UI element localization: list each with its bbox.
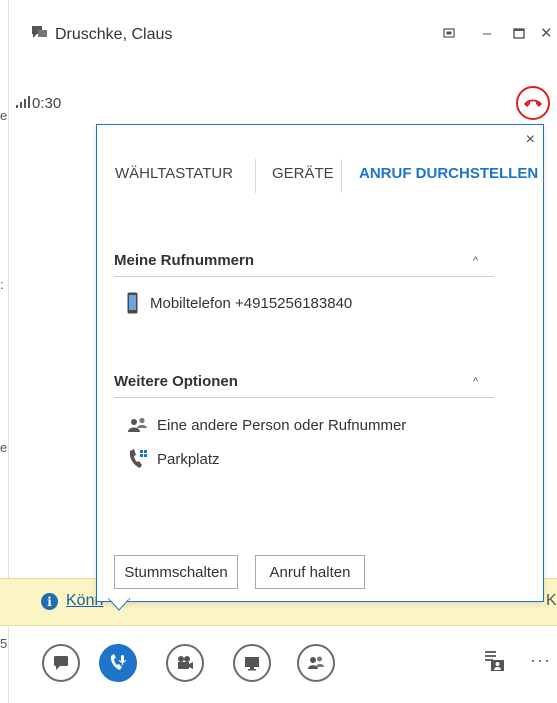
participants-button[interactable]: [297, 644, 335, 682]
tab-transfer-call[interactable]: ANRUF DURCHSTELLEN: [359, 165, 538, 182]
contact-card-icon[interactable]: [484, 650, 506, 672]
hold-call-button[interactable]: Anruf halten: [255, 555, 365, 589]
chevron-up-icon[interactable]: ^: [473, 255, 478, 267]
call-status-bar: [0, 82, 557, 122]
mobile-phone-icon: [127, 292, 138, 314]
section-divider: [114, 397, 494, 398]
section-title-more-options: Weitere Optionen: [114, 373, 238, 390]
call-duration: 0:30: [32, 95, 62, 112]
mobile-number-label: Mobiltelefon +4915256183840: [150, 294, 353, 312]
tab-separator: [341, 159, 342, 193]
edge-text-1: e: [0, 108, 8, 123]
window-title: Druschke, Claus: [55, 26, 173, 43]
video-icon: [178, 656, 193, 669]
present-button[interactable]: [233, 644, 271, 682]
present-screen-icon: [245, 657, 259, 671]
close-button[interactable]: ✕: [540, 22, 557, 44]
popup-close-button[interactable]: ×: [526, 131, 535, 149]
other-person-label: Eine andere Person oder Rufnummer: [157, 416, 407, 434]
park-call-icon: [129, 449, 147, 468]
call-controls-icon: [110, 654, 127, 670]
popup-tabs: WÄHLTASTATUR GERÄTE ANRUF DURCHSTELLEN: [97, 159, 543, 193]
tab-separator: [255, 159, 256, 193]
video-button[interactable]: [166, 644, 204, 682]
edge-text-3: e: [0, 440, 8, 455]
chat-icon: [54, 656, 68, 670]
list-item-park[interactable]: Parkplatz: [127, 447, 220, 471]
people-icon: [128, 417, 147, 432]
signal-strength-icon: [16, 96, 30, 108]
participants-icon: [308, 656, 324, 669]
park-label: Parkplatz: [157, 450, 220, 468]
hangup-button[interactable]: [516, 86, 550, 120]
section-title-my-numbers: Meine Rufnummern: [114, 252, 255, 269]
edge-text-2: :: [0, 277, 4, 292]
chat-button[interactable]: [42, 644, 80, 682]
tab-dialpad[interactable]: WÄHLTASTATUR: [115, 165, 233, 182]
list-item-mobile[interactable]: Mobiltelefon +4915256183840: [127, 291, 352, 315]
minimize-button[interactable]: –: [474, 22, 500, 44]
restore-icon[interactable]: [436, 22, 462, 44]
info-icon: i: [41, 593, 58, 610]
more-options-button[interactable]: ···: [530, 650, 551, 671]
call-controls-button[interactable]: [99, 644, 137, 682]
hangup-icon: [524, 99, 542, 107]
title-bar: Druschke, Claus – ✕: [0, 0, 557, 68]
tab-devices[interactable]: GERÄTE: [272, 165, 334, 182]
section-divider: [114, 276, 494, 277]
mute-button[interactable]: Stummschalten: [114, 555, 238, 589]
conversation-icon: [32, 26, 47, 38]
call-transfer-popup: × WÄHLTASTATUR GERÄTE ANRUF DURCHSTELLEN…: [96, 124, 544, 602]
maximize-icon[interactable]: [506, 22, 532, 44]
chevron-up-icon[interactable]: ^: [473, 376, 478, 388]
conversation-toolbar: ···: [0, 630, 557, 696]
popup-pointer: [108, 598, 130, 611]
notification-edge-text: K: [546, 592, 557, 609]
list-item-other-person[interactable]: Eine andere Person oder Rufnummer: [127, 413, 406, 437]
